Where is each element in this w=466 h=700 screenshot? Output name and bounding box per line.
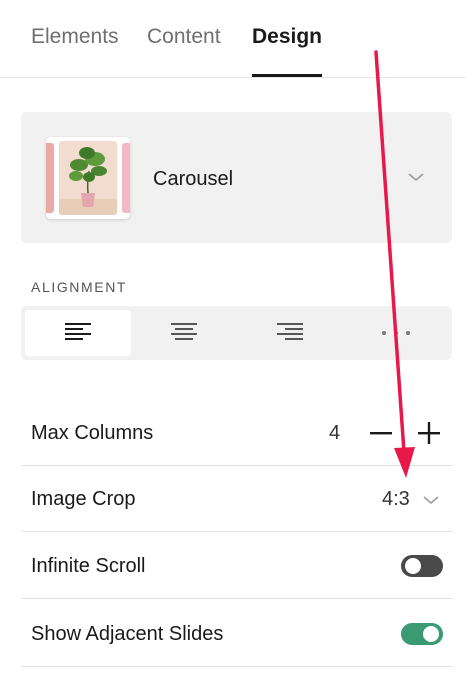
alignment-section-label: ALIGNMENT [31,279,128,295]
image-crop-label: Image Crop [31,488,136,510]
max-columns-value: 4 [329,422,341,444]
chevron-down-icon [406,170,426,184]
image-crop-value: 4:3 [382,488,410,510]
align-left-button[interactable] [25,310,131,356]
panel-tabs: Elements Content Design [0,0,466,78]
align-right-button[interactable] [237,310,343,356]
max-columns-row: Max Columns 4 [21,400,452,466]
block-type-selector[interactable]: Carousel [21,112,452,243]
align-right-icon [277,321,303,346]
infinite-scroll-label: Infinite Scroll [31,555,146,577]
more-alignment-button[interactable] [343,310,449,356]
max-columns-label: Max Columns [31,422,154,444]
align-center-icon [171,321,197,346]
show-adjacent-slides-toggle[interactable] [401,623,443,645]
show-adjacent-slides-row: Show Adjacent Slides [21,601,452,667]
align-left-icon [65,321,91,346]
image-crop-row[interactable]: Image Crop 4:3 [21,466,452,532]
align-center-button[interactable] [131,310,237,356]
show-adjacent-slides-label: Show Adjacent Slides [31,623,224,645]
infinite-scroll-row: Infinite Scroll [21,533,452,599]
increment-button[interactable] [416,420,442,446]
decrement-button[interactable] [368,420,394,446]
chevron-down-icon [422,493,440,511]
toggle-knob [423,626,439,642]
tab-elements[interactable]: Elements [31,25,119,49]
alignment-control [21,306,452,360]
more-options-icon [381,324,411,342]
tab-design[interactable]: Design [252,25,322,49]
active-tab-indicator [252,74,322,77]
toggle-knob [405,558,421,574]
infinite-scroll-toggle[interactable] [401,555,443,577]
block-type-label: Carousel [153,168,234,190]
carousel-thumbnail [46,137,130,219]
tab-content[interactable]: Content [147,25,221,49]
